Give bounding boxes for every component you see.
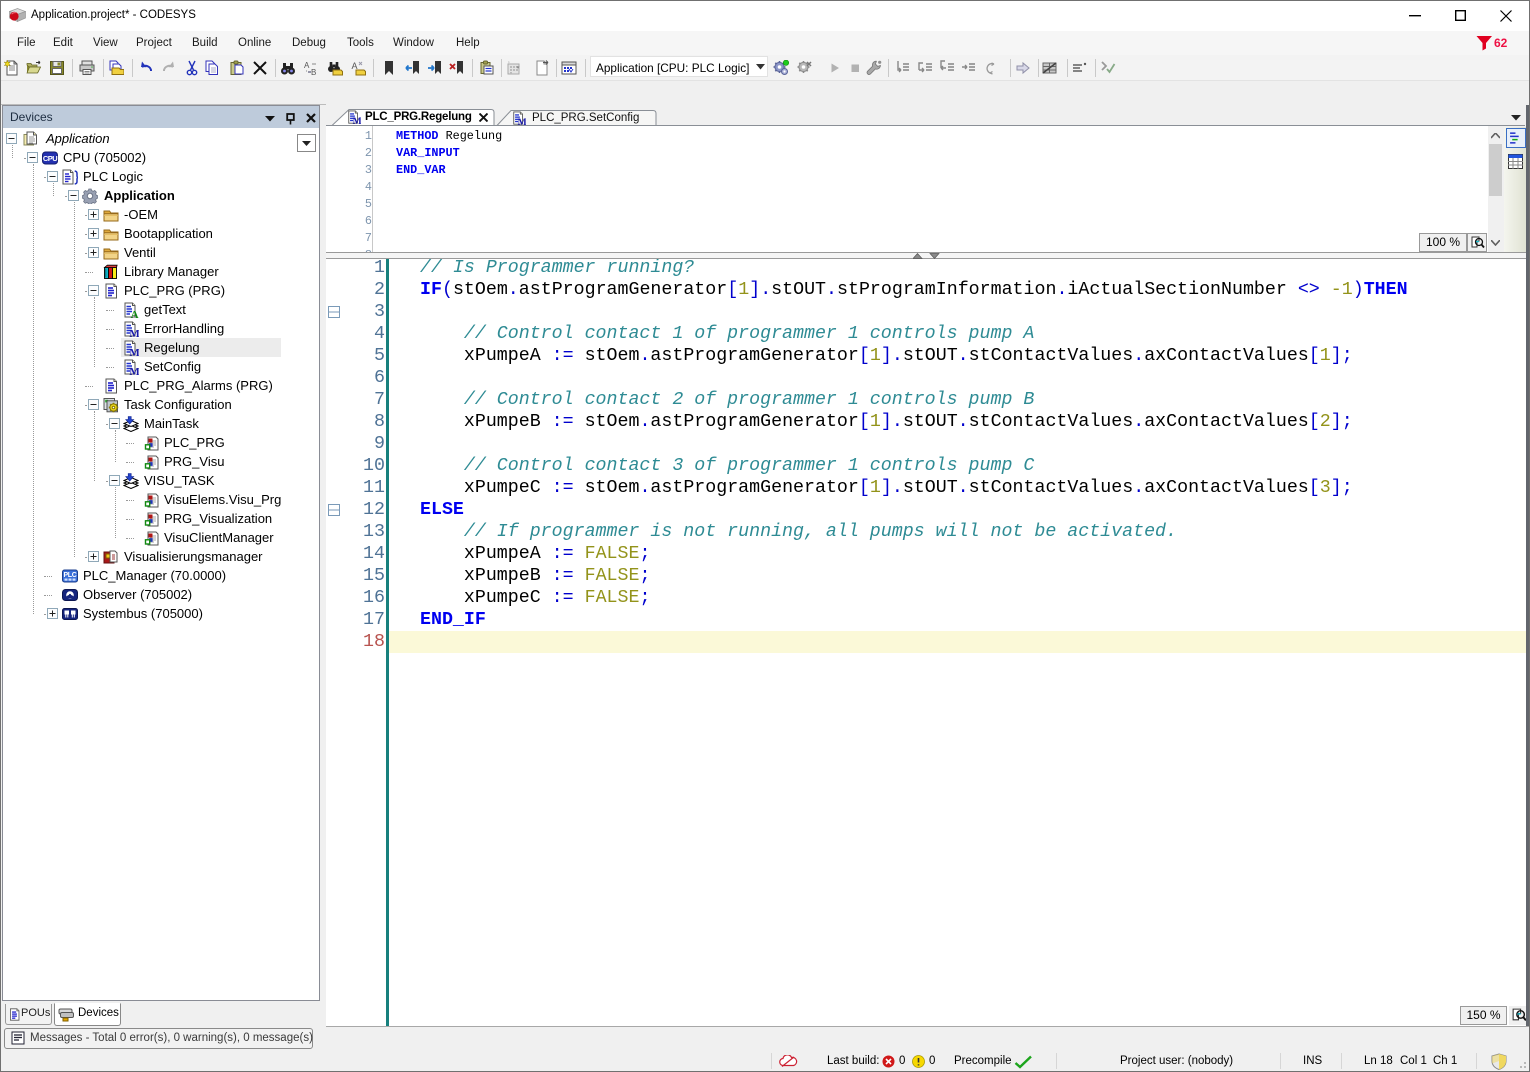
svg-text:B: B <box>311 68 316 76</box>
svg-text:A: A <box>304 61 310 70</box>
